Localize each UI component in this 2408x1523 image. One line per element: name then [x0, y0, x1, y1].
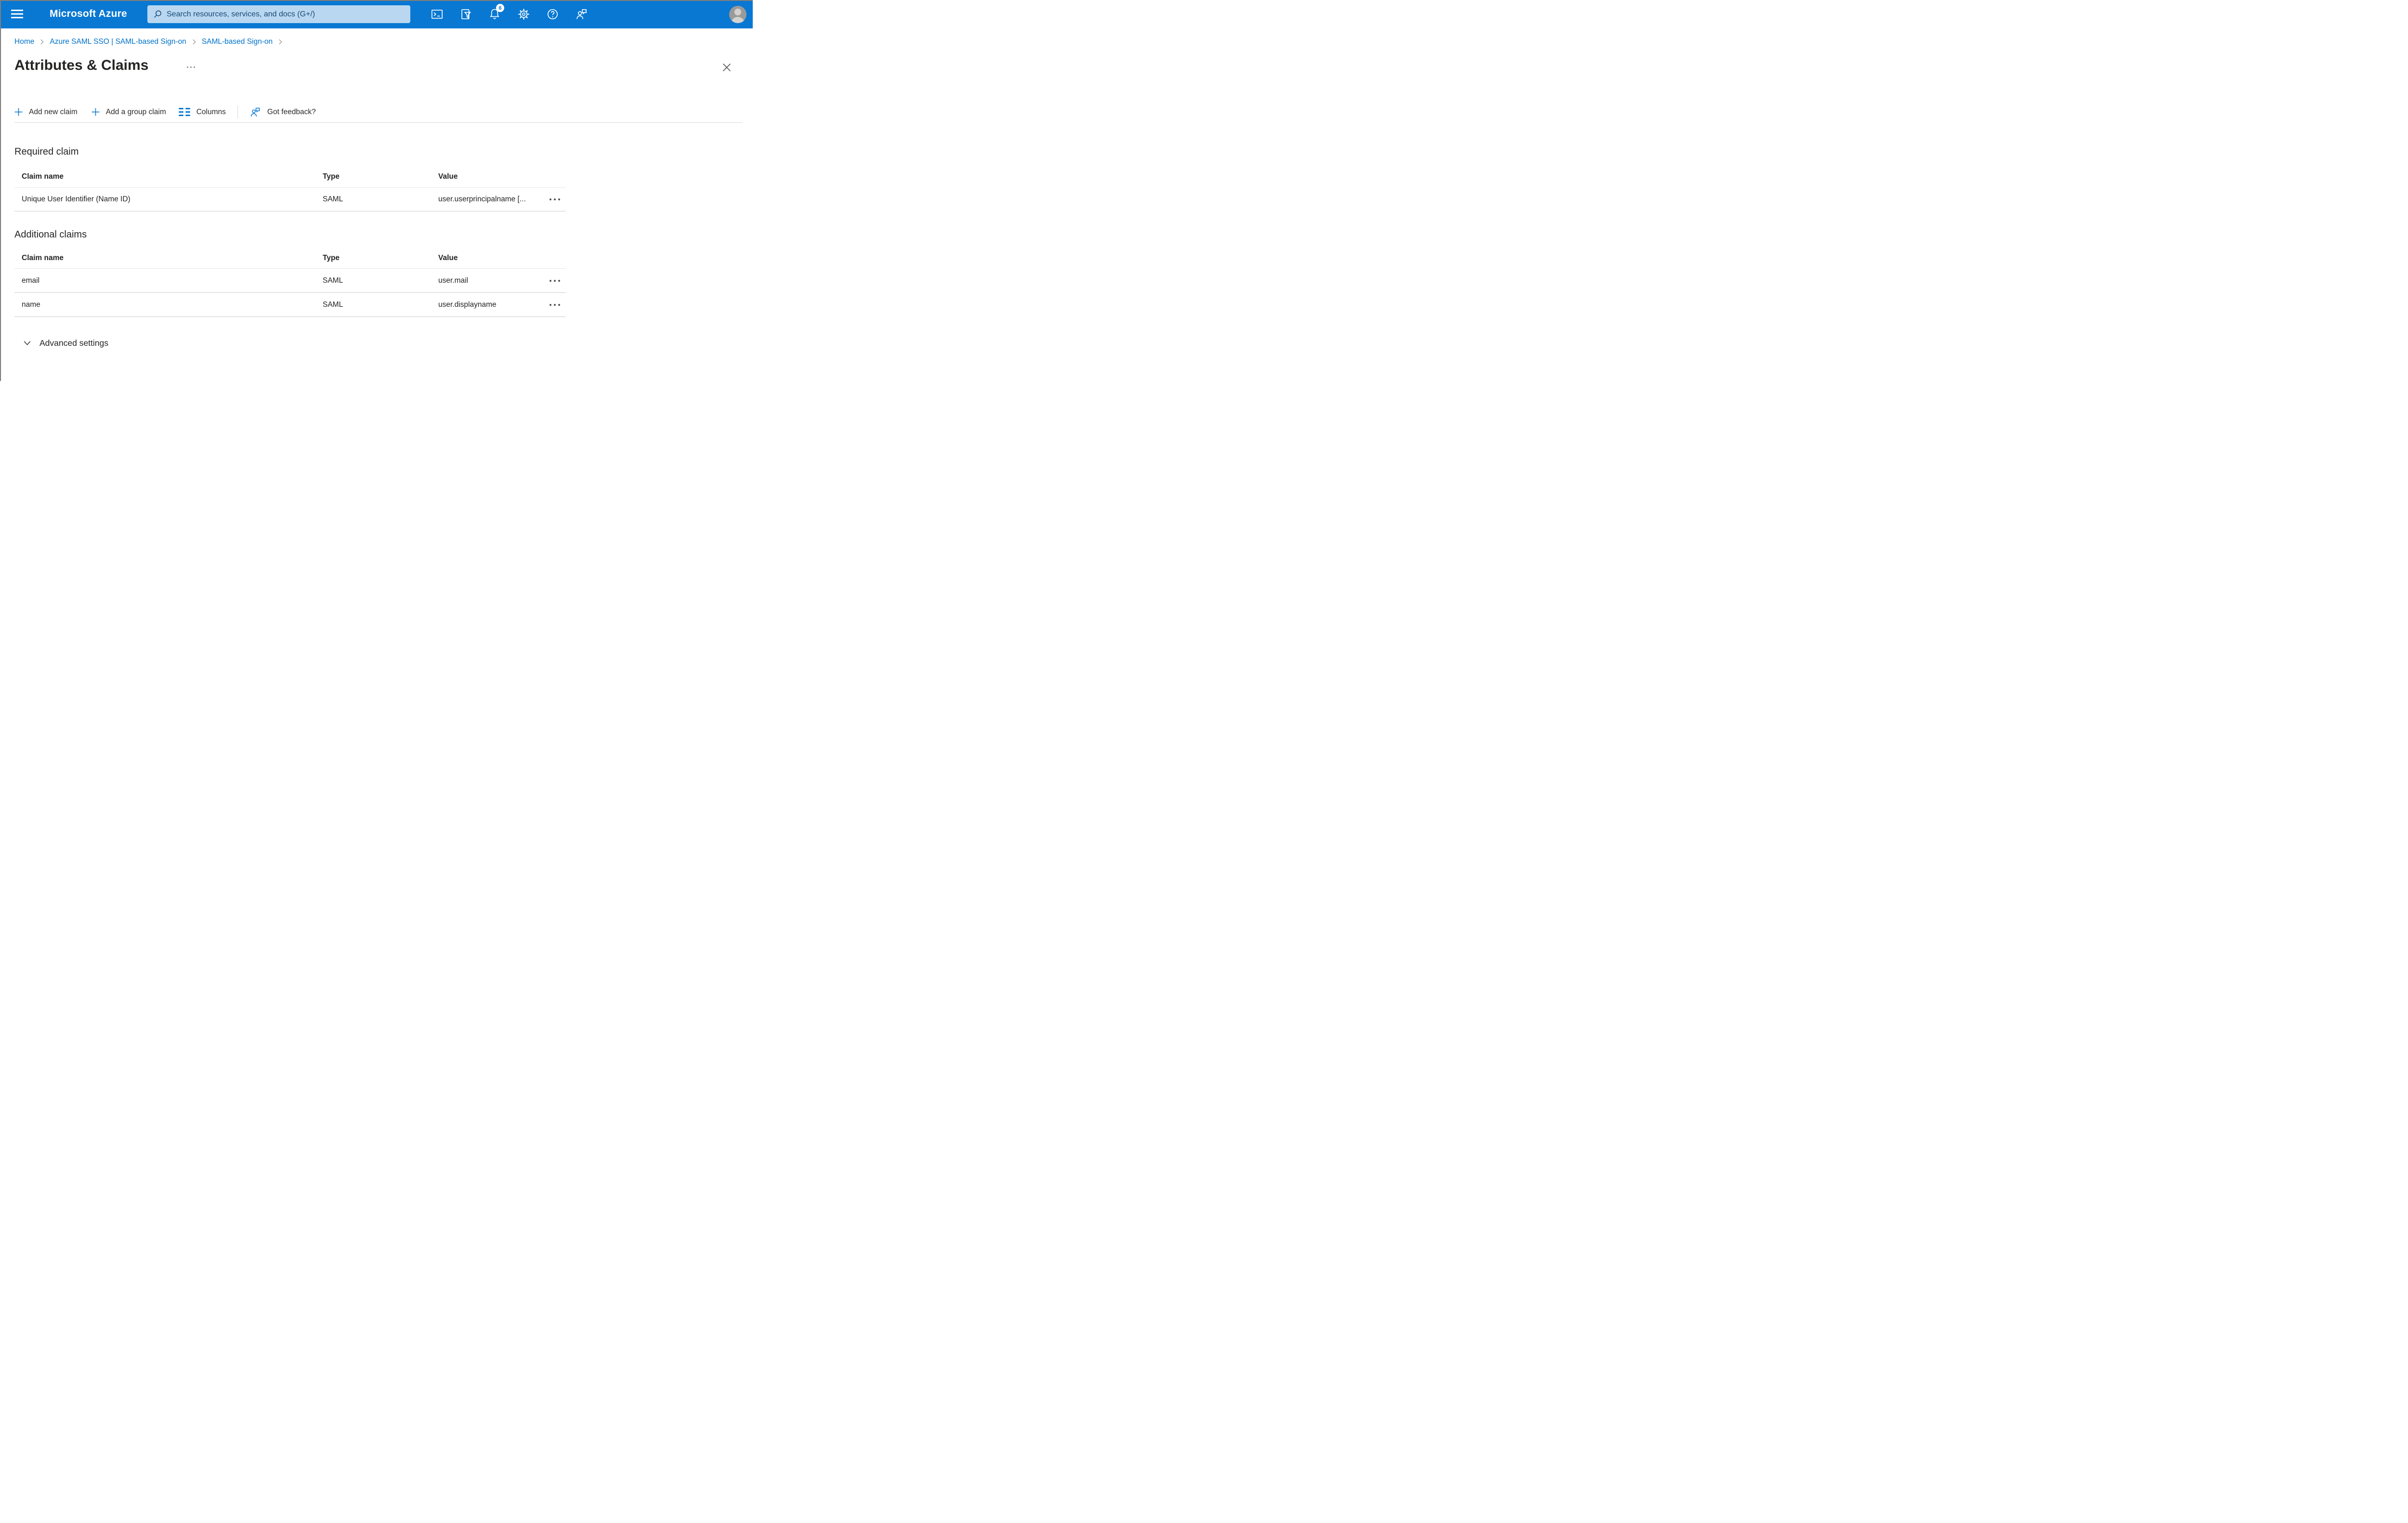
breadcrumb-signon-link[interactable]: SAML-based Sign-on [202, 38, 273, 46]
claim-type-cell: SAML [323, 195, 343, 203]
columns-icon [178, 108, 190, 116]
advanced-settings-label: Advanced settings [39, 338, 109, 348]
cloud-shell-button[interactable] [426, 3, 447, 25]
breadcrumb-separator-icon [39, 39, 45, 45]
columns-button[interactable]: Columns [178, 107, 226, 117]
account-avatar[interactable] [729, 6, 746, 23]
plus-icon [92, 108, 100, 116]
settings-button[interactable] [513, 3, 534, 25]
feedback-button[interactable] [571, 3, 592, 25]
breadcrumb-separator-icon [191, 39, 197, 45]
claim-value-cell: user.userprincipalname [... [438, 195, 526, 203]
toolbar-divider [237, 105, 238, 118]
brand-logo[interactable]: Microsoft Azure [50, 8, 127, 20]
directory-filter-icon [459, 8, 472, 21]
columns-label: Columns [196, 107, 226, 116]
add-group-claim-button[interactable]: Add a group claim [92, 108, 166, 117]
add-new-claim-button[interactable]: Add new claim [14, 108, 78, 117]
table-row[interactable]: email SAML user.mail [14, 269, 566, 293]
notification-count-badge: 6 [496, 4, 504, 12]
claim-type-cell: SAML [323, 300, 343, 309]
ellipsis-icon [187, 66, 188, 68]
azure-portal-window: Microsoft Azure Search resources, servic… [0, 0, 753, 381]
table-row[interactable]: Unique User Identifier (Name ID) SAML us… [14, 188, 566, 211]
breadcrumb-home-link[interactable]: Home [14, 38, 34, 46]
column-header-type: Type [323, 172, 340, 181]
add-group-claim-label: Add a group claim [105, 107, 166, 116]
claim-value-cell: user.mail [438, 276, 469, 285]
chevron-down-icon [22, 338, 32, 348]
column-header-type: Type [323, 253, 340, 262]
directory-filter-button[interactable] [455, 3, 476, 25]
column-header-claim-name: Claim name [22, 172, 64, 181]
breadcrumb: Home Azure SAML SSO | SAML-based Sign-on… [14, 38, 288, 46]
claim-name-cell: name [22, 300, 40, 309]
ellipsis-icon [550, 279, 551, 282]
command-bar: Add new claim Add a group claim Columns [14, 102, 743, 123]
help-icon [546, 8, 559, 21]
column-header-value: Value [438, 253, 458, 262]
required-claim-heading: Required claim [14, 146, 79, 157]
top-bar: Microsoft Azure Search resources, servic… [0, 0, 753, 28]
close-blade-button[interactable] [719, 59, 735, 76]
column-header-value: Value [438, 172, 458, 181]
row-menu-button[interactable] [544, 293, 566, 316]
notifications-button[interactable]: 6 [484, 3, 505, 25]
hamburger-icon [11, 9, 24, 19]
global-search-box [147, 5, 410, 23]
claim-name-cell: Unique User Identifier (Name ID) [22, 195, 131, 203]
ellipsis-icon [550, 198, 551, 200]
feedback-person-icon [575, 8, 588, 21]
table-row[interactable]: name SAML user.displayname [14, 293, 566, 317]
help-button[interactable] [542, 3, 563, 25]
hamburger-menu-button[interactable] [6, 3, 27, 25]
page-title: Attributes & Claims [14, 57, 149, 73]
table-header-row: Claim name Type Value [14, 166, 566, 188]
feedback-person-icon [249, 106, 261, 118]
additional-claims-table: Claim name Type Value email SAML user.ma… [14, 248, 566, 317]
window-frame-top [0, 0, 753, 1]
search-input[interactable] [167, 10, 405, 19]
plus-icon [14, 108, 23, 116]
row-menu-button[interactable] [544, 269, 566, 292]
page-overflow-menu-button[interactable] [185, 65, 197, 70]
ellipsis-icon [550, 303, 551, 306]
cloud-shell-icon [431, 8, 444, 21]
got-feedback-label: Got feedback? [267, 107, 316, 116]
claim-value-cell: user.displayname [438, 300, 497, 309]
row-menu-button[interactable] [544, 188, 566, 211]
search-icon [153, 10, 162, 19]
column-header-claim-name: Claim name [22, 253, 64, 262]
advanced-settings-expander[interactable]: Advanced settings [21, 337, 109, 349]
got-feedback-button[interactable]: Got feedback? [249, 106, 316, 118]
add-new-claim-label: Add new claim [29, 107, 78, 116]
additional-claims-heading: Additional claims [14, 229, 87, 240]
claim-name-cell: email [22, 276, 40, 285]
required-claim-table: Claim name Type Value Unique User Identi… [14, 166, 566, 211]
breadcrumb-separator-icon [277, 39, 284, 45]
window-frame-left [0, 0, 1, 381]
claim-type-cell: SAML [323, 276, 343, 285]
avatar-body-shape [731, 17, 745, 23]
table-header-row: Claim name Type Value [14, 248, 566, 269]
avatar-head-shape [734, 9, 741, 15]
settings-gear-icon [517, 8, 530, 21]
breadcrumb-app-link[interactable]: Azure SAML SSO | SAML-based Sign-on [50, 38, 186, 46]
close-icon [721, 62, 733, 73]
